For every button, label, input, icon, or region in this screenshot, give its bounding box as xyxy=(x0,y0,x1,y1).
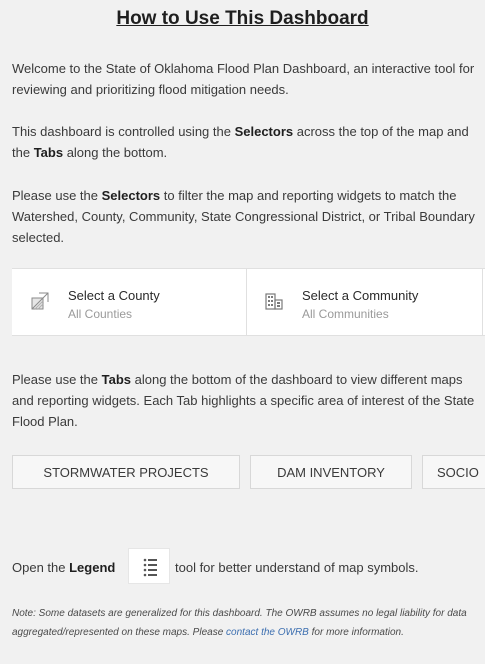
selectors-help-text-1: Please use the xyxy=(12,188,102,203)
tabs-term: Tabs xyxy=(33,145,64,160)
selectors-help-paragraph: Please use the Selectors to filter the m… xyxy=(12,185,478,248)
controls-paragraph: This dashboard is controlled using the S… xyxy=(12,121,478,163)
community-selector-value: All Communities xyxy=(302,307,389,321)
legend-text-pre: Open the xyxy=(12,560,70,575)
county-selector-value: All Counties xyxy=(68,307,133,321)
legend-button[interactable] xyxy=(128,548,170,584)
disclaimer-note: Note: Some datasets are generalized for … xyxy=(12,604,482,642)
buildings-icon xyxy=(264,291,284,311)
tab-bar: STORMWATER PROJECTS DAM INVENTORY SOCIO xyxy=(12,455,485,491)
legend-text-2: tool for better understand of map symbol… xyxy=(175,560,419,575)
contact-owrb-link[interactable]: contact the OWRB xyxy=(226,627,309,638)
page-title: How to Use This Dashboard xyxy=(116,8,369,29)
tabs-help-paragraph: Please use the Tabs along the bottom of … xyxy=(12,369,478,432)
legend-line: Open the Legend tool for better understa… xyxy=(12,548,478,588)
legend-text-1: Open the Legend xyxy=(12,560,115,575)
controls-text-1: This dashboard is controlled using the xyxy=(12,124,235,139)
county-selector[interactable]: Select a County All Counties xyxy=(12,269,247,335)
tab-dam-inventory[interactable]: DAM INVENTORY xyxy=(250,455,412,489)
selectors-help-term: Selectors xyxy=(101,188,161,203)
intro-paragraph: Welcome to the State of Oklahoma Flood P… xyxy=(12,61,475,97)
community-selector[interactable]: Select a Community All Communities xyxy=(246,269,483,335)
county-map-icon xyxy=(30,291,50,311)
tabs-help-term: Tabs xyxy=(101,372,132,387)
tab-socio[interactable]: SOCIO xyxy=(422,455,485,489)
legend-list-icon xyxy=(129,558,171,588)
county-selector-title: Select a County xyxy=(68,288,160,303)
tabs-help-text-1: Please use the xyxy=(12,372,102,387)
help-panel: How to Use This Dashboard Welcome to the… xyxy=(0,0,485,664)
selector-bar: Select a County All Counties Select a Co… xyxy=(12,268,485,336)
tab-stormwater-projects[interactable]: STORMWATER PROJECTS xyxy=(12,455,240,489)
note-text-2: for more information. xyxy=(308,627,404,638)
community-selector-title: Select a Community xyxy=(302,288,419,303)
legend-term: Legend xyxy=(69,560,116,575)
controls-text-3: along the bottom. xyxy=(63,145,168,160)
selectors-term: Selectors xyxy=(234,124,294,139)
